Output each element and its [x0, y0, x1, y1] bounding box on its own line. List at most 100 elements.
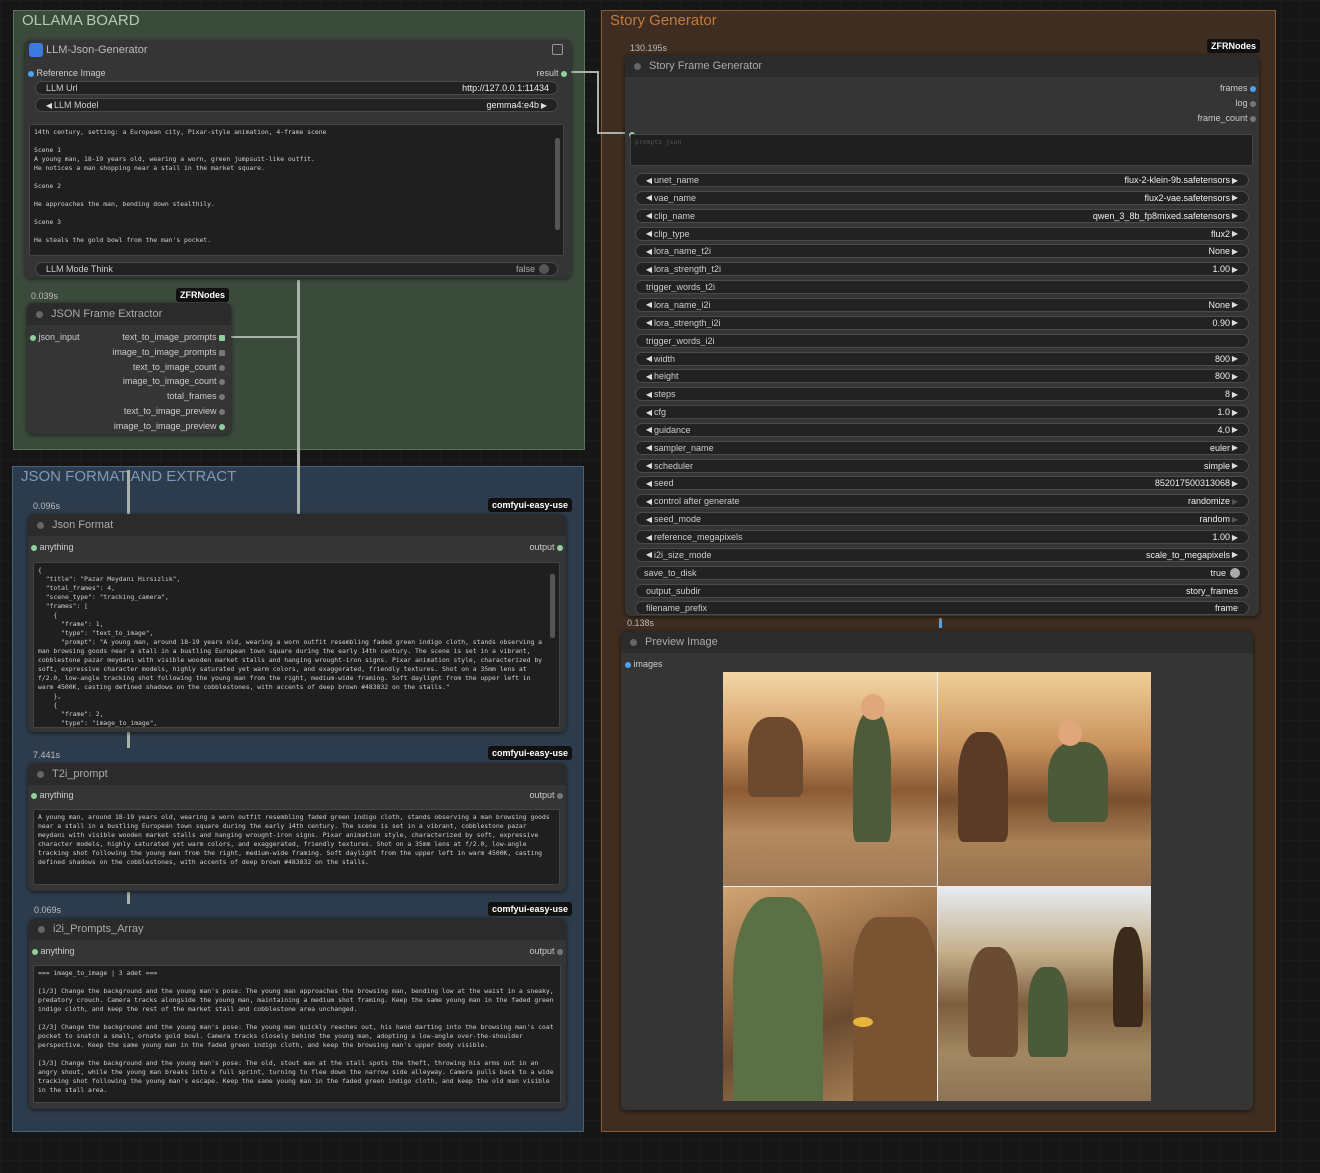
widget-output-subdir[interactable]: output_subdir story_frames — [635, 583, 1249, 598]
output-image-to-image-prompts[interactable]: image_to_image_prompts — [112, 347, 225, 357]
preview-image[interactable] — [723, 672, 1151, 1101]
arrow-left-icon[interactable]: ◀ — [644, 533, 654, 542]
widget-sampler-name[interactable]: ◀ sampler_name euler ▶ — [635, 440, 1249, 455]
reference-image-input[interactable]: Reference Image — [28, 68, 106, 78]
widget-lora-name-t2i[interactable]: ◀ lora_name_t2i None ▶ — [635, 244, 1249, 259]
arrow-left-icon[interactable]: ◀ — [644, 176, 654, 185]
node-header[interactable]: T2i_prompt — [28, 763, 566, 785]
widget-reference-megapixels[interactable]: ◀ reference_megapixels 1.00 ▶ — [635, 530, 1249, 544]
widget-vae-name[interactable]: ◀ vae_name flux2-vae.safetensors ▶ — [635, 190, 1249, 205]
widget-width[interactable]: ◀ width 800 ▶ — [635, 351, 1249, 366]
widget-lora-strength-i2i[interactable]: ◀ lora_strength_i2i 0.90 ▶ — [635, 315, 1249, 330]
json-format-node[interactable]: Json Format anything output { "title": "… — [28, 514, 566, 732]
output-image-to-image-count[interactable]: image_to_image_count — [123, 376, 225, 386]
arrow-left-icon[interactable]: ◀ — [644, 443, 654, 452]
output-text-to-image-preview[interactable]: text_to_image_preview — [124, 406, 225, 416]
expand-icon[interactable] — [552, 44, 563, 55]
arrow-right-icon[interactable]: ▶ — [1230, 390, 1240, 399]
llm-mode-think-toggle[interactable]: LLM Mode Think false — [35, 262, 558, 276]
arrow-left-icon[interactable]: ◀ — [644, 408, 654, 417]
scrollbar[interactable] — [555, 138, 560, 230]
arrow-left-icon[interactable]: ◀ — [644, 550, 654, 559]
output-frames[interactable]: frames — [1220, 83, 1256, 93]
arrow-right-icon[interactable]: ▶ — [1230, 550, 1240, 559]
widget-cfg[interactable]: ◀ cfg 1.0 ▶ — [635, 405, 1249, 420]
arrow-right-icon[interactable]: ▶ — [1230, 176, 1240, 185]
output-text-to-image-prompts[interactable]: text_to_image_prompts — [122, 332, 225, 342]
t2i-textarea[interactable]: A young man, around 18-19 years old, wea… — [33, 809, 560, 885]
widget-control-after-generate[interactable]: ◀ control after generate randomize ▶ — [635, 494, 1249, 509]
widget-filename-prefix[interactable]: filename_prefix frame — [635, 601, 1249, 616]
arrow-right-icon[interactable]: ▶ — [1230, 211, 1240, 220]
output-slot[interactable]: output — [529, 946, 563, 956]
output-slot[interactable]: output — [529, 790, 563, 800]
t2i-prompt-node[interactable]: T2i_prompt anything output A young man, … — [28, 763, 566, 891]
arrow-left-icon[interactable]: ◀ — [644, 300, 654, 309]
widget-i2i-size-mode[interactable]: ◀ i2i_size_mode scale_to_megapixels ▶ — [635, 547, 1249, 562]
result-output[interactable]: result — [536, 68, 567, 78]
arrow-right-icon[interactable]: ▶ — [1230, 515, 1240, 524]
arrow-right-icon[interactable]: ▶ — [1230, 354, 1240, 363]
llm-model-select[interactable]: ◀ LLM Model gemma4:e4b ▶ — [35, 98, 558, 112]
widget-lora-name-i2i[interactable]: ◀ lora_name_i2i None ▶ — [635, 297, 1249, 312]
anything-input-slot[interactable]: anything — [32, 946, 75, 956]
arrow-left-icon[interactable]: ◀ — [644, 229, 654, 238]
arrow-right-icon[interactable]: ▶ — [1230, 461, 1240, 470]
prompt-textarea[interactable]: 14th century, setting: a European city, … — [29, 124, 564, 256]
output-frame-count[interactable]: frame_count — [1197, 113, 1256, 123]
prompts-json-textarea[interactable]: prompts_json — [630, 134, 1253, 166]
widget-seed-mode[interactable]: ◀ seed_mode random ▶ — [635, 512, 1249, 527]
llm-json-generator-node[interactable]: LLM-Json-Generator Reference Image resul… — [25, 40, 571, 278]
arrow-left-icon[interactable]: ◀ — [644, 372, 654, 381]
arrow-left-icon[interactable]: ◀ — [644, 425, 654, 434]
widget-unet-name[interactable]: ◀ unet_name flux-2-klein-9b.safetensors ▶ — [635, 173, 1249, 187]
widget-height[interactable]: ◀ height 800 ▶ — [635, 369, 1249, 384]
json-input-slot[interactable]: json_input — [30, 332, 80, 342]
anything-input-slot[interactable]: anything — [31, 790, 74, 800]
widget-trigger-words-i2i[interactable]: trigger_words_i2i — [635, 333, 1249, 348]
arrow-right-icon[interactable]: ▶ — [1230, 247, 1240, 256]
widget-lora-strength-t2i[interactable]: ◀ lora_strength_t2i 1.00 ▶ — [635, 262, 1249, 277]
arrow-right-icon[interactable]: ▶ — [1230, 300, 1240, 309]
i2i-prompts-array-node[interactable]: i2i_Prompts_Array anything output === im… — [29, 918, 566, 1109]
scrollbar[interactable] — [550, 574, 555, 638]
arrow-right-icon[interactable]: ▶ — [1230, 193, 1240, 202]
widget-clip-name[interactable]: ◀ clip_name qwen_3_8b_fp8mixed.safetensors… — [635, 208, 1249, 223]
arrow-right-icon[interactable]: ▶ — [1230, 372, 1240, 381]
arrow-right-icon[interactable]: ▶ — [1230, 497, 1240, 506]
arrow-left-icon[interactable]: ◀ — [644, 497, 654, 506]
arrow-right-icon[interactable]: ▶ — [1230, 443, 1240, 452]
widget-save-to-disk[interactable]: save_to_disk true — [635, 565, 1249, 580]
widget-clip-type[interactable]: ◀ clip_type flux2 ▶ — [635, 226, 1249, 241]
anything-input-slot[interactable]: anything — [31, 542, 74, 552]
output-log[interactable]: log — [1235, 98, 1256, 108]
node-header[interactable]: JSON Frame Extractor — [27, 303, 231, 325]
output-image-to-image-preview[interactable]: image_to_image_preview — [114, 421, 225, 431]
arrow-right-icon[interactable]: ▶ — [1230, 533, 1240, 542]
images-input-slot[interactable]: images — [625, 659, 663, 669]
arrow-left-icon[interactable]: ◀ — [644, 211, 654, 220]
arrow-right-icon[interactable]: ▶ — [1230, 229, 1240, 238]
node-header[interactable]: Story Frame Generator — [625, 55, 1259, 77]
arrow-left-icon[interactable]: ◀ — [644, 193, 654, 202]
widget-trigger-words-t2i[interactable]: trigger_words_t2i — [635, 280, 1249, 295]
widget-scheduler[interactable]: ◀ scheduler simple ▶ — [635, 458, 1249, 473]
output-text-to-image-count[interactable]: text_to_image_count — [133, 362, 225, 372]
llm-url-field[interactable]: LLM Url http://127.0.0.1:11434 — [35, 81, 558, 95]
json-textarea[interactable]: { "title": "Pazar Meydanı Hırsızlık", "t… — [33, 562, 560, 728]
node-header[interactable]: i2i_Prompts_Array — [29, 918, 566, 940]
toggle-icon[interactable] — [1230, 567, 1240, 578]
node-header[interactable]: Json Format — [28, 514, 566, 536]
output-slot[interactable]: output — [529, 542, 563, 552]
widget-guidance[interactable]: ◀ guidance 4.0 ▶ — [635, 422, 1249, 437]
arrow-left-icon[interactable]: ◀ — [644, 354, 654, 363]
arrow-right-icon[interactable]: ▶ — [1230, 265, 1240, 274]
arrow-left-icon[interactable]: ◀ — [644, 461, 654, 470]
output-total-frames[interactable]: total_frames — [167, 391, 225, 401]
arrow-right-icon[interactable]: ▶ — [1230, 318, 1240, 327]
json-frame-extractor-node[interactable]: JSON Frame Extractor json_input text_to_… — [27, 303, 231, 434]
arrow-left-icon[interactable]: ◀ — [644, 479, 654, 488]
arrow-left-icon[interactable]: ◀ — [644, 265, 654, 274]
arrow-left-icon[interactable]: ◀ — [644, 247, 654, 256]
arrow-left-icon[interactable]: ◀ — [644, 515, 654, 524]
